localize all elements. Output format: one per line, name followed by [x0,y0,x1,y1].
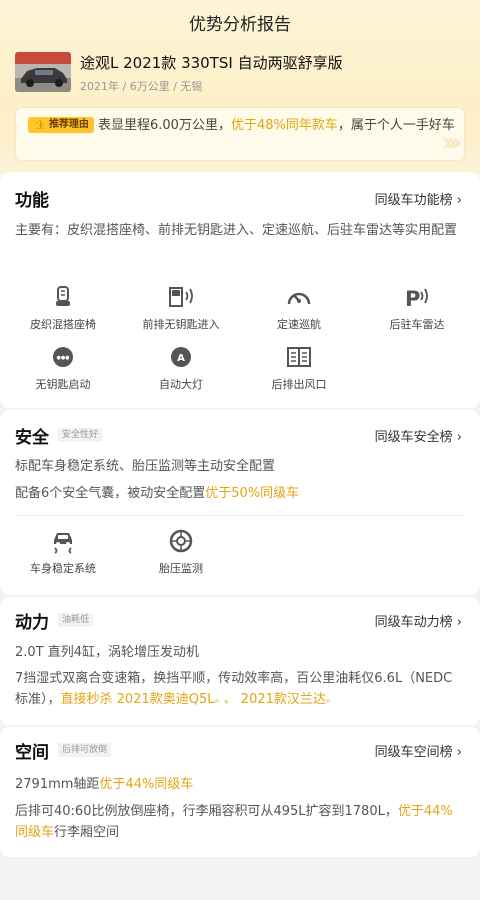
stability-icon [8,528,118,554]
feature-keyless-start: ●●● 无钥匙启动 [8,344,118,392]
tire-pressure-icon [126,528,236,554]
feature-cruise: 定速巡航 [244,284,354,332]
auto-headlight-icon: A [126,344,236,370]
recommend-highlight: 优于48%同年款车 [230,118,338,133]
divider [15,515,465,516]
space-rank-link[interactable]: 同级车空间榜 › [375,741,462,760]
compare-link-highlander[interactable]: 2021款汉兰达 [241,692,326,707]
feature-keyless-entry: 前排无钥匙进入 [126,284,236,332]
function-section: 功能 同级车功能榜 › 主要有：皮织混搭座椅、前排无钥匙进入、定速巡航、后驻车雷… [0,172,480,408]
feature-label: 后排出风口 [271,378,327,391]
feature-label: 车身稳定系统 [30,562,96,575]
compare-link-audi[interactable]: 直接秒杀 2021款奥迪Q5L [61,692,215,707]
safety-section: 安全 安全性好 同级车安全榜 › 标配车身稳定系统、胎压监测等主动安全配置 配备… [0,410,480,595]
feature-label: 无钥匙启动 [35,378,91,391]
rear-vent-icon [244,344,354,370]
feature-rear-vent: 后排出风口 [244,344,354,392]
recommend-box: ››› 表显里程6.00万公里，优于48%同年款车，属于个人一手好车 👍 推荐理… [15,107,465,161]
space-highlight: 优于44%同级车 [99,777,194,792]
thumbs-up-icon: 👍 [33,119,46,130]
feature-label: 皮织混搭座椅 [30,318,96,331]
space-title: 空间 [15,743,49,763]
seat-icon [8,284,118,310]
feature-auto-headlight: A 自动大灯 [126,344,236,392]
car-thumbnail[interactable] [15,52,71,92]
feature-label: 胎压监测 [159,562,203,575]
function-desc: 主要有：皮织混搭座椅、前排无钥匙进入、定速巡航、后驻车雷达等实用配置 [15,223,458,238]
power-tag: 油耗低 [58,613,94,627]
feature-label: 定速巡航 [277,318,321,331]
power-line-1: 2.0T 直列4缸，涡轮增压发动机 [15,645,200,660]
parking-radar-icon: P [362,284,472,310]
svg-text:●●●: ●●● [56,355,70,361]
feature-parking-radar: P 后驻车雷达 [362,284,472,332]
feature-seat: 皮织混搭座椅 [8,284,118,332]
function-title: 功能 [15,191,49,211]
power-section: 动力 油耗低 同级车动力榜 › 2.0T 直列4缸，涡轮增压发动机 7挡湿式双离… [0,597,480,725]
recommend-tag: 👍 推荐理由 [28,117,94,133]
power-line-2: 7挡湿式双离合变速箱，换挡平顺，传动效率高，百公里油耗仅6.6L（NEDC标准）… [15,671,453,707]
feature-label: 前排无钥匙进入 [142,318,220,331]
feature-label: 后驻车雷达 [389,318,445,331]
svg-text:A: A [177,353,185,364]
feature-label: 自动大灯 [159,378,203,391]
start-button-icon: ●●● [8,344,118,370]
power-title: 动力 [15,613,49,633]
search-small-icon: ⌕ [325,696,331,706]
hero-header: 优势分析报告 途观L 2021款 330TSI 自动两驱舒享版 2021年 / … [0,0,480,190]
door-key-icon [126,284,236,310]
safety-line-1: 标配车身稳定系统、胎压监测等主动安全配置 [15,459,276,474]
space-section: 空间 后排可放倒 同级车空间榜 › 2791mm轴距优于44%同级车 后排可40… [0,727,480,857]
safety-highlight: 优于50%同级车 [205,486,300,501]
feature-tire-pressure: 胎压监测 [126,528,236,576]
safety-title: 安全 [15,428,49,448]
function-rank-link[interactable]: 同级车功能榜 › [375,189,462,208]
safety-line-2: 配备6个安全气囊，被动安全配置优于50%同级车 [15,486,300,501]
space-tag: 后排可放倒 [58,743,112,757]
car-meta: 2021年 / 6万公里 / 无锡 [80,80,203,93]
speedometer-icon [244,284,354,310]
safety-tag: 安全性好 [58,428,103,442]
power-rank-link[interactable]: 同级车动力榜 › [375,611,462,630]
space-line-1: 2791mm轴距优于44%同级车 [15,777,194,792]
car-title: 途观L 2021款 330TSI 自动两驱舒享版 [80,54,343,72]
page-title: 优势分析报告 [189,15,291,35]
safety-rank-link[interactable]: 同级车安全榜 › [375,426,462,445]
feature-stability: 车身稳定系统 [8,528,118,576]
space-line-2: 后排可40:60比例放倒座椅，行李厢容积可从495L扩容到1780L，优于44%… [15,804,453,840]
svg-text:P: P [405,287,420,310]
